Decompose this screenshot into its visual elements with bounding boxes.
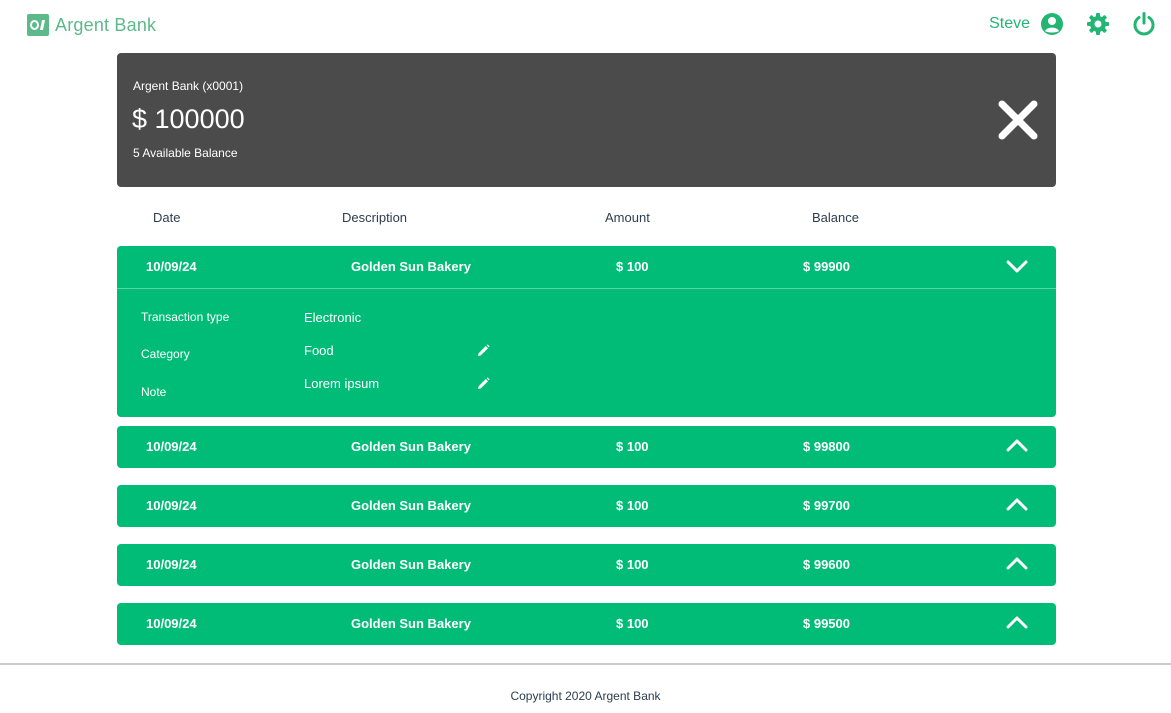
category-value: Food [304,343,334,358]
chevron-up-icon[interactable] [1006,615,1028,631]
category-label: Category [141,347,190,361]
logo-icon [27,14,49,36]
chevron-up-icon[interactable] [1006,438,1028,454]
transaction-description: Golden Sun Bakery [351,439,471,454]
transaction-amount: $ 100 [616,557,649,572]
close-icon[interactable] [997,99,1039,141]
edit-category-pencil-icon[interactable] [477,344,490,357]
transaction-item[interactable]: 10/09/24 Golden Sun Bakery $ 100 $ 99700 [117,485,1056,527]
transaction-date: 10/09/24 [146,259,197,274]
transaction-description: Golden Sun Bakery [351,259,471,274]
column-header-description: Description [342,210,408,225]
account-title: Argent Bank (x0001) [133,79,244,93]
top-nav: Argent Bank Steve [0,0,1171,52]
user-circle-icon[interactable] [1039,11,1065,37]
transaction-description: Golden Sun Bakery [351,498,471,513]
transaction-type-label: Transaction type [141,310,230,324]
account-description: 5 Available Balance [133,146,238,160]
page-footer: Copyright 2020 Argent Bank [0,663,1171,713]
column-header-date: Date [153,210,181,225]
transaction-row[interactable]: 10/09/24 Golden Sun Bakery $ 100 $ 99800 [117,426,1056,468]
power-icon[interactable] [1131,11,1157,37]
brand-logo[interactable]: Argent Bank [27,14,156,36]
user-menu: Steve [989,11,1157,37]
chevron-up-icon[interactable] [1006,497,1028,513]
chevron-down-icon[interactable] [1006,258,1028,274]
note-value: Lorem ipsum [304,376,380,391]
transaction-balance: $ 99600 [803,557,850,572]
transaction-balance: $ 99900 [803,259,850,274]
account-summary-card: Argent Bank (x0001) $ 100000 5 Available… [117,53,1056,187]
copyright-text: Copyright 2020 Argent Bank [510,689,661,703]
transaction-amount: $ 100 [616,616,649,631]
transaction-item[interactable]: 10/09/24 Golden Sun Bakery $ 100 $ 99500 [117,603,1056,645]
chevron-up-icon[interactable] [1006,556,1028,572]
transaction-date: 10/09/24 [146,616,197,631]
transaction-amount: $ 100 [616,259,649,274]
transaction-amount: $ 100 [616,439,649,454]
edit-note-pencil-icon[interactable] [477,377,490,390]
transaction-row[interactable]: 10/09/24 Golden Sun Bakery $ 100 $ 99700 [117,485,1056,527]
gear-icon[interactable] [1085,11,1111,37]
user-name-link[interactable]: Steve [989,15,1030,33]
column-header-amount: Amount [605,210,650,225]
transaction-description: Golden Sun Bakery [351,557,471,572]
note-label: Note [141,385,167,399]
transaction-table-header: Date Description Amount Balance [117,210,1056,228]
transaction-description: Golden Sun Bakery [351,616,471,631]
brand-name: Argent Bank [55,14,157,35]
transaction-item[interactable]: 10/09/24 Golden Sun Bakery $ 100 $ 99600 [117,544,1056,586]
transaction-row[interactable]: 10/09/24 Golden Sun Bakery $ 100 $ 99900 [117,246,1056,288]
transaction-date: 10/09/24 [146,557,197,572]
account-amount: $ 100000 [132,104,245,134]
transaction-balance: $ 99500 [803,616,850,631]
transaction-date: 10/09/24 [146,498,197,513]
transaction-row[interactable]: 10/09/24 Golden Sun Bakery $ 100 $ 99500 [117,603,1056,645]
transaction-type-value: Electronic [304,310,362,325]
transaction-balance: $ 99800 [803,439,850,454]
transaction-date: 10/09/24 [146,439,197,454]
transaction-row[interactable]: 10/09/24 Golden Sun Bakery $ 100 $ 99600 [117,544,1056,586]
transaction-details: Transaction type Electronic Category Foo… [117,288,1056,417]
transaction-item[interactable]: 10/09/24 Golden Sun Bakery $ 100 $ 99900… [117,246,1056,417]
transaction-balance: $ 99700 [803,498,850,513]
transaction-amount: $ 100 [616,498,649,513]
column-header-balance: Balance [812,210,859,225]
transaction-item[interactable]: 10/09/24 Golden Sun Bakery $ 100 $ 99800 [117,426,1056,468]
